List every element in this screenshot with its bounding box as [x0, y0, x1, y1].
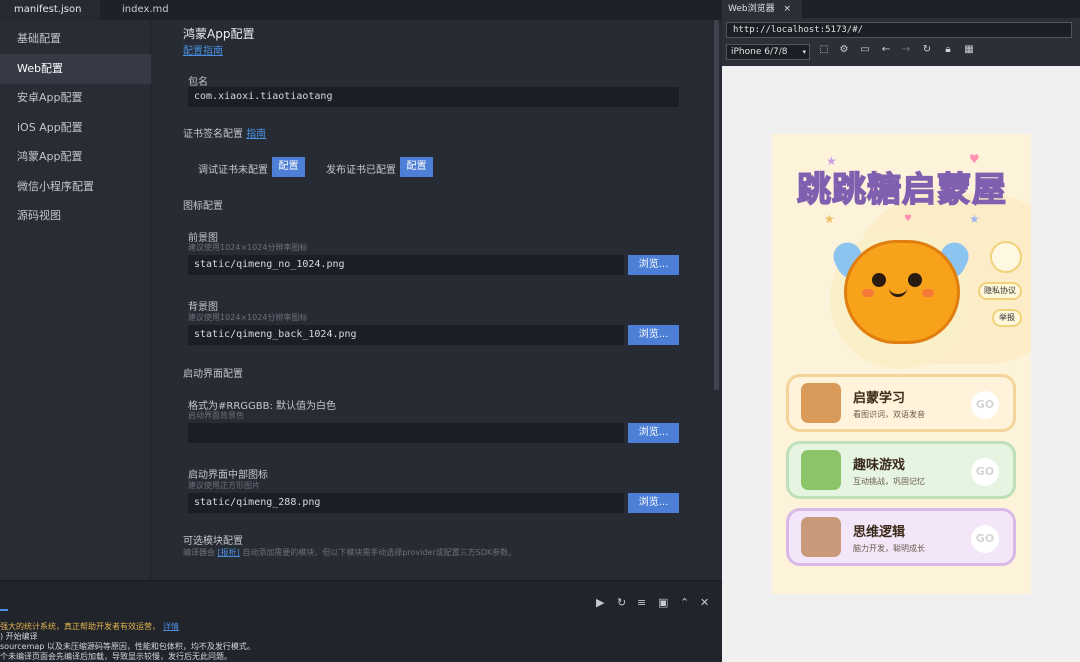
sidebar-item-harmony[interactable]: 鸿蒙App配置 — [0, 142, 151, 172]
sidebar-item-source[interactable]: 源码视图 — [0, 201, 151, 231]
console-line: 个未编译页面会先编译后加载，导致显示较慢，发行后无此问题。 — [0, 652, 232, 661]
foreground-browse-button[interactable]: 浏览... — [628, 255, 679, 275]
qr-icon[interactable]: ▦ — [962, 44, 976, 55]
forward-icon[interactable]: → — [899, 44, 913, 55]
tab-index-md[interactable]: index.md — [108, 0, 183, 20]
learning-thumb — [801, 383, 841, 423]
star-decoration-icon: ★ — [824, 212, 835, 226]
logic-thumb — [801, 517, 841, 557]
sidebar-item-web[interactable]: Web配置 — [0, 54, 151, 84]
device-select[interactable]: iPhone 6/7/8 ▾ — [726, 44, 810, 60]
cert-label: 证书签名配置 指南 — [183, 129, 267, 140]
terminal-icon[interactable]: ▣ — [658, 596, 668, 609]
modules-hint: 编译器会 [报析] 自动添加需要的模块，但以下模块需手动选择provider或配… — [183, 548, 517, 557]
background-browse-button[interactable]: 浏览... — [628, 325, 679, 345]
mascot-eye-left — [872, 273, 886, 287]
card-games[interactable]: 趣味游戏 互动挑战，巩固记忆 GO — [786, 441, 1016, 499]
splash-icon-browse-button[interactable]: 浏览... — [628, 493, 679, 513]
go-button[interactable]: GO — [971, 525, 999, 553]
sidebar-item-ios[interactable]: iOS App配置 — [0, 113, 151, 143]
lock-icon[interactable]: 🔒︎ — [941, 44, 955, 55]
modules-analyze-link[interactable]: [报析] — [218, 548, 240, 557]
play-icon[interactable]: ▶ — [596, 596, 604, 609]
background-input[interactable]: static/qimeng_back_1024.png — [188, 325, 624, 345]
web-browser-panel: Web浏览器 × http://localhost:5173/#/ iPhone… — [722, 0, 1080, 662]
config-form: 鸿蒙App配置 配置指南 包名 com.xiaoxi.tiaotiaotang … — [152, 20, 712, 580]
manifest-sidebar: 基础配置 Web配置 安卓App配置 iOS App配置 鸿蒙App配置 微信小… — [0, 20, 151, 580]
release-cert-config-button[interactable]: 配置 — [400, 157, 433, 177]
clear-icon[interactable]: ≡ — [637, 596, 646, 609]
package-input[interactable]: com.xiaoxi.tiaotiaotang — [188, 87, 679, 107]
tab-manifest-json[interactable]: manifest.json — [0, 0, 100, 20]
splash-icon-hint: 建议使用正方形图片 — [188, 481, 260, 490]
splash-icon-label: 启动界面中部图标 — [188, 470, 268, 481]
app-badge-icon[interactable] — [990, 241, 1022, 273]
background-label: 背景图 — [188, 302, 218, 313]
splash-section-title: 启动界面配置 — [183, 369, 243, 380]
sidebar-item-basic[interactable]: 基础配置 — [0, 24, 151, 54]
debug-cert-config-button[interactable]: 配置 — [272, 157, 305, 177]
browser-tab[interactable]: Web浏览器 × — [722, 0, 802, 18]
console-indicator — [0, 609, 8, 611]
mascot-cheek — [922, 289, 934, 297]
mascot-eye-right — [908, 273, 922, 287]
splash-color-browse-button[interactable]: 浏览... — [628, 423, 679, 443]
games-thumb — [801, 450, 841, 490]
background-hint: 建议使用1024×1024分辨率图标 — [188, 313, 308, 322]
foreground-input[interactable]: static/qimeng_no_1024.png — [188, 255, 624, 275]
app-title-logo: 跳跳糖启蒙屋 — [796, 169, 1007, 211]
console-detail-link[interactable]: 详情 — [163, 622, 179, 631]
tab-close-icon[interactable]: × — [784, 4, 792, 14]
back-icon[interactable]: ← — [879, 44, 893, 55]
package-label: 包名 — [188, 77, 208, 88]
sidebar-item-android[interactable]: 安卓App配置 — [0, 83, 151, 113]
modules-section-title: 可选模块配置 — [183, 536, 243, 547]
screenshot-icon[interactable]: ⬚ — [817, 44, 831, 55]
icon-section-title: 图标配置 — [183, 201, 223, 212]
restart-icon[interactable]: ↻ — [617, 596, 626, 609]
card-title: 趣味游戏 — [853, 458, 906, 473]
card-subtitle: 脑力开发，聪明成长 — [853, 544, 925, 553]
star-decoration-icon: ★ — [969, 212, 980, 226]
splash-color-hint: 启动界面背景色 — [188, 411, 244, 420]
card-logic[interactable]: 思维逻辑 脑力开发，聪明成长 GO — [786, 508, 1016, 566]
card-title: 启蒙学习 — [853, 391, 906, 406]
form-scrollbar[interactable] — [714, 20, 719, 390]
release-cert-status: 发布证书已配置 — [326, 165, 396, 176]
splash-icon-input[interactable]: static/qimeng_288.png — [188, 493, 624, 513]
foreground-hint: 建议使用1024×1024分辨率图标 — [188, 243, 308, 252]
sidebar-item-wechat[interactable]: 微信小程序配置 — [0, 172, 151, 202]
settings-icon[interactable]: ⚙ — [837, 44, 851, 55]
card-learning[interactable]: 启蒙学习 看图识词，双语发音 GO — [786, 374, 1016, 432]
url-input[interactable]: http://localhost:5173/#/ — [726, 22, 1072, 38]
privacy-button[interactable]: 隐私协议 — [978, 282, 1022, 300]
debug-cert-status: 调试证书未配置 — [198, 165, 268, 176]
browser-tab-bar: Web浏览器 × — [722, 0, 1080, 18]
config-guide-link[interactable]: 配置指南 — [183, 42, 223, 57]
console-panel: ▶ ↻ ≡ ▣ ⌃ ✕ 强大的统计系统，真正帮助开发者有效运营， 详情 ) 开始编… — [0, 580, 722, 662]
page-title: 鸿蒙App配置 — [183, 27, 255, 41]
refresh-icon[interactable]: ↻ — [920, 44, 934, 55]
card-subtitle: 互动挑战，巩固记忆 — [853, 477, 925, 486]
card-title: 思维逻辑 — [853, 525, 906, 540]
card-subtitle: 看图识词，双语发音 — [853, 410, 925, 419]
phone-viewport: ★ ♥ ★ ★ ♥ 跳跳糖启蒙屋 隐私协议 举报 启蒙学习 看图识词，双语发音 … — [772, 134, 1031, 594]
splash-color-input[interactable] — [188, 423, 624, 443]
report-button[interactable]: 举报 — [992, 309, 1022, 327]
browser-toolbar: http://localhost:5173/#/ iPhone 6/7/8 ▾ ⬚… — [722, 18, 1080, 66]
close-icon[interactable]: ✕ — [700, 596, 709, 609]
cert-guide-link[interactable]: 指南 — [246, 129, 266, 140]
go-button[interactable]: GO — [971, 391, 999, 419]
go-button[interactable]: GO — [971, 458, 999, 486]
heart-decoration-icon: ♥ — [904, 214, 913, 224]
editor-tab-bar: manifest.json index.md — [0, 0, 722, 20]
devtools-icon[interactable]: ▭ — [858, 44, 872, 55]
mascot-cheek — [862, 289, 874, 297]
chevron-up-icon[interactable]: ⌃ — [680, 596, 689, 609]
